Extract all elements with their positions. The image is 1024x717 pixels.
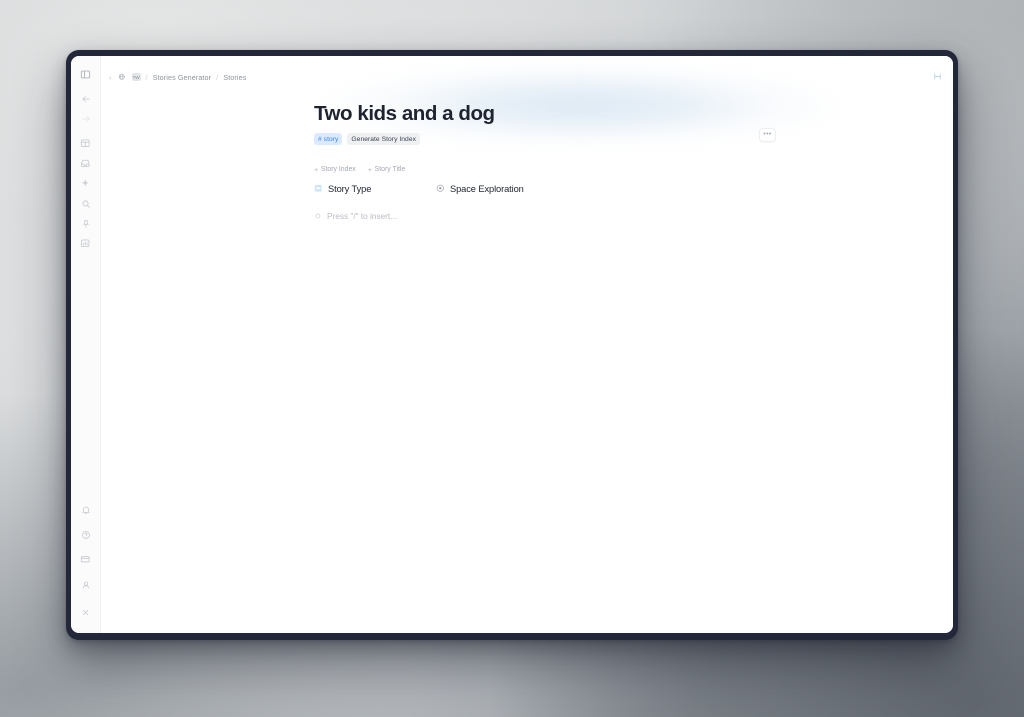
property-value-space-exploration[interactable]: Space Exploration (436, 184, 524, 194)
circle-small-icon (314, 212, 321, 219)
property-row: Story Type Space Exploration (314, 182, 913, 196)
close-x-icon (81, 608, 90, 617)
more-options-button[interactable]: ••• (759, 128, 776, 143)
plus-icon: + (314, 165, 319, 175)
question-circle-icon (81, 530, 91, 540)
add-property-label: Story Title (374, 166, 406, 174)
property-key-story-type[interactable]: Story Type (314, 184, 436, 194)
arrow-right-icon (81, 114, 91, 124)
sidebar-panel-icon (80, 69, 91, 80)
property-list: Story Type Space Exploration (314, 182, 913, 196)
document-body: Two kids and a dog # story Generate Stor… (101, 90, 953, 221)
sidebar-item-workspace[interactable] (76, 134, 95, 153)
sidebar-item-help[interactable] (76, 525, 95, 544)
sidebar-item-ai-assistant[interactable] (76, 174, 95, 193)
sparkle-icon (80, 178, 91, 189)
sidebar-item-search[interactable] (76, 194, 95, 213)
close-app-button[interactable] (76, 603, 95, 622)
property-value-label: Space Exploration (450, 183, 524, 194)
nav-back-button[interactable] (76, 89, 95, 108)
add-property-row: + Story Index + Story Title (314, 166, 913, 174)
add-property-story-title[interactable]: + Story Title (368, 166, 406, 174)
collapse-panel-button[interactable] (930, 70, 944, 84)
sidebar-item-notifications[interactable] (76, 500, 95, 519)
chart-bar-icon (80, 238, 91, 249)
left-sidebar-rail (71, 56, 101, 633)
search-icon (81, 199, 91, 209)
plus-icon: + (367, 165, 373, 175)
inbox-icon (80, 158, 91, 169)
nav-forward-button[interactable] (76, 109, 95, 128)
top-bar: ‹ TW / Stories Generator / Stories (101, 64, 953, 90)
insert-block-placeholder[interactable]: Press "/" to insert... (314, 211, 913, 221)
globe-icon[interactable] (118, 73, 127, 82)
app-screen: ‹ TW / Stories Generator / Stories Two k… (71, 56, 953, 633)
page-title[interactable]: Two kids and a dog (314, 102, 913, 126)
collapse-panel-icon (933, 68, 942, 86)
breadcrumb-back-button[interactable]: ‹ (108, 73, 113, 82)
workspace-badge[interactable]: TW (131, 73, 141, 81)
sidebar-item-account[interactable] (76, 575, 95, 594)
add-property-story-index[interactable]: + Story Index (314, 166, 356, 174)
sidebar-item-billing[interactable] (76, 550, 95, 569)
sidebar-top-group (76, 65, 95, 254)
user-icon (81, 580, 91, 590)
toggle-sidebar-button[interactable] (76, 65, 95, 84)
chip-generate-story-index[interactable]: Generate Story Index (347, 133, 420, 146)
sidebar-item-inbox[interactable] (76, 154, 95, 173)
pin-icon (81, 219, 91, 229)
breadcrumb: ‹ TW / Stories Generator / Stories (108, 73, 246, 82)
sidebar-bottom-group (76, 500, 95, 623)
credit-card-icon (80, 554, 91, 565)
breadcrumb-item-stories[interactable]: Stories (223, 73, 246, 82)
select-square-icon (314, 184, 323, 193)
arrow-left-icon (81, 94, 91, 104)
add-property-label: Story Index (320, 166, 356, 174)
sidebar-item-pinned[interactable] (76, 214, 95, 233)
bell-icon (81, 505, 91, 515)
layout-table-icon (80, 138, 91, 149)
breadcrumb-separator: / (145, 72, 148, 82)
breadcrumb-item-stories-generator[interactable]: Stories Generator (153, 73, 211, 82)
main-content-pane: ‹ TW / Stories Generator / Stories Two k… (101, 56, 953, 633)
insert-placeholder-text: Press "/" to insert... (327, 210, 398, 221)
breadcrumb-separator: / (216, 72, 219, 82)
chip-story-tag[interactable]: # story (314, 133, 343, 146)
app-window: ‹ TW / Stories Generator / Stories Two k… (66, 50, 958, 640)
property-key-label: Story Type (328, 183, 372, 194)
sidebar-item-analytics[interactable] (76, 234, 95, 253)
top-bar-right-actions (930, 70, 944, 84)
radio-dot-icon (436, 184, 445, 193)
document-chip-row: # story Generate Story Index ••• (314, 128, 913, 146)
